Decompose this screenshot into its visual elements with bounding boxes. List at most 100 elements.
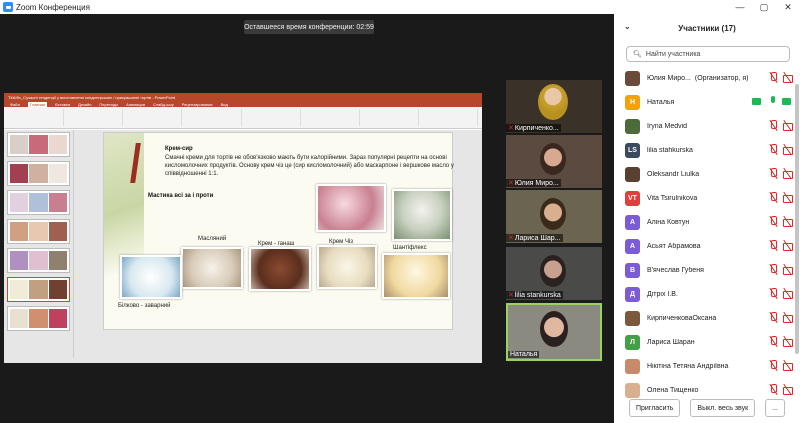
slide-text: Смачні креми для тортів не обов'язково м… — [165, 155, 454, 177]
slide-thumbnail — [7, 248, 70, 273]
avatar — [625, 70, 640, 86]
close-icon[interactable]: ✕ — [776, 0, 800, 14]
mic-muted-icon[interactable] — [768, 288, 778, 299]
participant-status-icons — [768, 360, 794, 371]
video-tile-active-speaker[interactable]: Наталья — [506, 303, 602, 361]
participant-name: Олена Тищенко — [647, 387, 759, 394]
chantiflex-photo — [382, 253, 450, 299]
mute-all-button[interactable]: Выкл. весь звук — [690, 399, 756, 417]
participant-row[interactable]: КирпиченковаОксана — [614, 306, 800, 330]
minimize-icon[interactable]: — — [728, 0, 752, 14]
participant-name-text: Vita Tsirulnikova — [647, 194, 698, 202]
muted-mic-icon: ✕ — [508, 125, 514, 132]
participant-status-icons — [768, 192, 794, 203]
participant-name: Нікітіна Тетяна Андріївна — [647, 363, 759, 370]
mic-muted-icon[interactable] — [768, 216, 778, 227]
cream-cheese-photo — [317, 245, 377, 289]
participant-row[interactable]: LS lilia stahkurska — [614, 138, 800, 162]
video-name: Кирпиченко... — [514, 124, 559, 132]
participant-row[interactable]: Oleksandr Liulka — [614, 162, 800, 186]
avatar: Л — [625, 334, 640, 350]
title-bar: Zoom Конференция — ▢ ✕ — [0, 0, 800, 14]
video-tile[interactable]: ✕ Лариса Шар... — [506, 190, 602, 243]
participant-row[interactable]: А Асьят Абрамова — [614, 234, 800, 258]
mic-muted-icon[interactable] — [768, 312, 778, 323]
participant-status-icons — [768, 288, 794, 299]
avatar: А — [625, 214, 640, 230]
mic-muted-icon[interactable] — [768, 120, 778, 131]
window-title: Zoom Конференция — [16, 2, 90, 12]
pp-tab: Слайд-шоу — [152, 101, 174, 107]
pp-tab: Рецензирование — [181, 101, 213, 107]
mic-on-icon[interactable] — [768, 96, 778, 107]
participant-name-text: lilia stahkurska — [647, 146, 693, 154]
scrollbar[interactable] — [795, 84, 799, 354]
pp-tab: Переходы — [99, 101, 119, 107]
participant-name: Лариса Шаран — [647, 339, 759, 346]
mic-muted-icon[interactable] — [768, 192, 778, 203]
participant-row[interactable]: VT Vita Tsirulnikova — [614, 186, 800, 210]
panel-title: Участники (17) — [678, 23, 736, 33]
caption: Масляний — [198, 236, 227, 242]
powerpoint-title: ТКАНЬ_Сучасні тенденції у виготовленні к… — [4, 93, 482, 101]
window-controls: — ▢ ✕ — [728, 0, 800, 14]
search-icon: 🔍︎ — [633, 51, 642, 58]
caption: Крем - ганаш — [258, 241, 295, 247]
video-tile[interactable]: ✕ Юлия Миро... — [506, 135, 602, 188]
participant-name-text: Лариса Шаран — [647, 338, 695, 346]
mic-muted-icon[interactable] — [768, 168, 778, 179]
participant-row[interactable]: Н Наталья — [614, 90, 800, 114]
participant-row[interactable]: Юлия Миро... (Организатор, я) — [614, 66, 800, 90]
slide-thumbnail — [7, 190, 70, 215]
participant-name-text: Олена Тищенко — [647, 386, 699, 394]
participant-name-text: Юлия Миро... — [647, 74, 691, 82]
pp-tab: Файл — [10, 101, 20, 107]
participant-name-text: Oleksandr Liulka — [647, 170, 700, 178]
slide-thumbnail-selected — [7, 277, 70, 302]
video-name: Наталья — [510, 351, 538, 358]
mic-muted-icon[interactable] — [768, 264, 778, 275]
caption: Білково - заварний — [118, 303, 171, 309]
participant-row[interactable]: Iryna Medvid — [614, 114, 800, 138]
participant-row[interactable]: А Аліна Ковтун — [614, 210, 800, 234]
avatar — [625, 310, 640, 326]
participant-row[interactable]: Д Дітріх І.В. — [614, 282, 800, 306]
participant-status-icons — [752, 96, 794, 107]
video-tile[interactable]: ✕ Кирпиченко... — [506, 80, 602, 133]
mic-muted-icon[interactable] — [768, 336, 778, 347]
slide-subtitle: Мастика всі за і проти — [148, 193, 214, 199]
slide-thumbnail — [7, 219, 70, 244]
collapse-chevron-icon[interactable]: ⌄ — [624, 22, 631, 31]
participant-name-text: Аліна Ковтун — [647, 218, 690, 226]
mic-muted-icon[interactable] — [768, 72, 778, 83]
muted-mic-icon: ✕ — [508, 180, 514, 187]
camera-off-icon — [782, 192, 794, 203]
video-tile[interactable]: ✕ lilia stankurska — [506, 247, 602, 300]
participant-status-icons — [768, 384, 794, 395]
participant-search-input[interactable]: 🔍︎ Найти участника — [626, 46, 790, 62]
mic-muted-icon[interactable] — [768, 360, 778, 371]
zoom-logo-icon — [3, 2, 13, 12]
avatar: А — [625, 238, 640, 254]
maximize-icon[interactable]: ▢ — [752, 0, 776, 14]
shared-screen: ТКАНЬ_Сучасні тенденції у виготовленні к… — [4, 93, 482, 363]
participant-row[interactable]: В В'ячеслав Губеня — [614, 258, 800, 282]
participant-name: Iryna Medvid — [647, 123, 759, 130]
participant-status-icons — [768, 216, 794, 227]
participant-row[interactable]: Л Лариса Шаран — [614, 330, 800, 354]
participant-name: lilia stahkurska — [647, 147, 759, 154]
invite-button[interactable]: Пригласить — [628, 399, 681, 417]
meringue-cream-photo — [120, 255, 182, 299]
mic-muted-icon[interactable] — [768, 144, 778, 155]
more-button[interactable]: ... — [765, 399, 785, 417]
participant-row[interactable]: Нікітіна Тетяна Андріївна — [614, 354, 800, 378]
slide-thumbnails — [4, 130, 74, 358]
avatar — [625, 166, 640, 182]
participant-name-text: Наталья — [647, 98, 675, 106]
panel-footer: Пригласить Выкл. весь звук ... — [614, 399, 800, 417]
participant-name: Наталья — [647, 99, 759, 106]
powerpoint-ribbon — [4, 107, 482, 129]
mic-muted-icon[interactable] — [768, 384, 778, 395]
participant-status-icons — [768, 264, 794, 275]
mic-muted-icon[interactable] — [768, 240, 778, 251]
